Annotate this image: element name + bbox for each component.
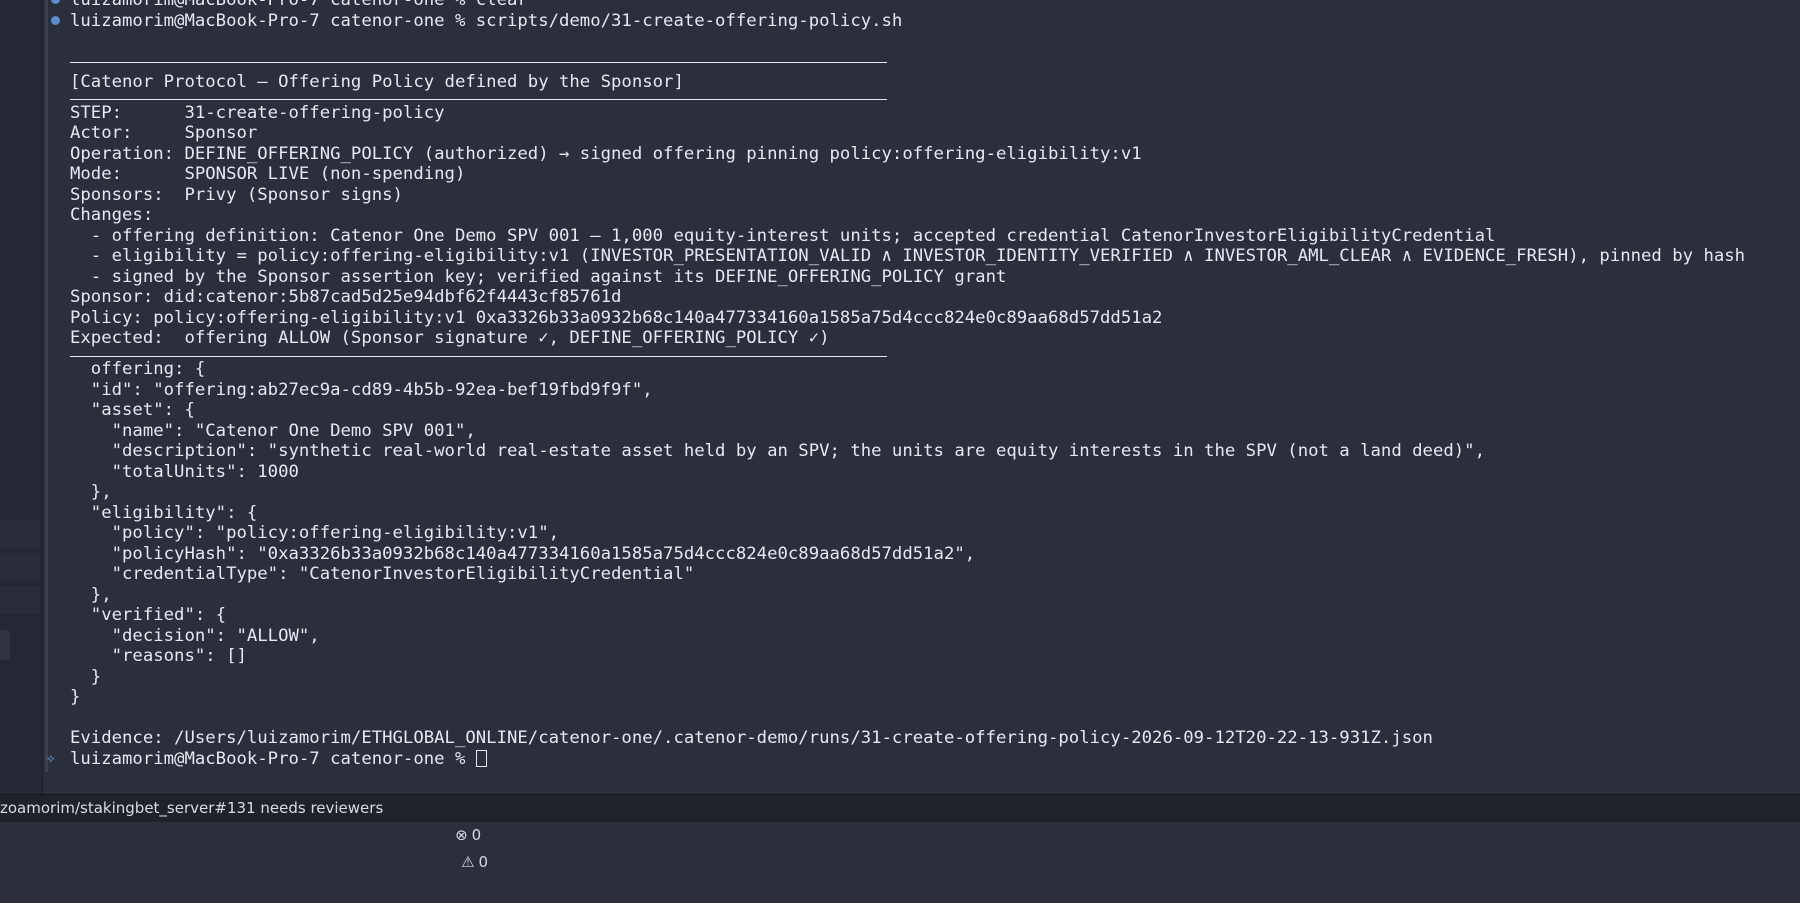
json-line-text: "asset": { [70, 400, 195, 420]
output-line: - signed by the Sponsor assertion key; v… [70, 266, 1007, 288]
pull-request-status[interactable]: zoamorim/stakingbet_server#131 needs rev… [0, 795, 383, 822]
terminal-gutter [45, 0, 48, 772]
output-line: - eligibility = policy:offering-eligibil… [70, 246, 1745, 267]
divider-rule [70, 61, 887, 63]
command-status-dot[interactable] [51, 0, 60, 4]
current-prompt-text: luizamorim@MacBook-Pro-7 catenor-one % [70, 748, 476, 769]
banner-title-text: [Catenor Protocol — Offering Policy defi… [70, 72, 684, 92]
circle-x-icon: ⊗ [455, 826, 468, 844]
sidebar-panel[interactable] [0, 586, 40, 614]
evidence-line: Evidence: /Users/luizamorim/ETHGLOBAL_ON… [70, 728, 1433, 749]
json-line: "asset": { [70, 400, 195, 421]
output-line: STEP: 31-create-offering-policy [70, 103, 445, 124]
json-line: "id": "offering:ab27ec9a-cd89-4b5b-92ea-… [70, 380, 653, 401]
json-line-text: "policy": "policy:offering-eligibility:v… [70, 523, 559, 543]
json-line-text: "policyHash": "0xa3326b33a0932b68c140a47… [70, 543, 976, 564]
status-bar: zoamorim/stakingbet_server#131 needs rev… [0, 794, 1800, 871]
json-line: "reasons": [] [70, 646, 247, 667]
json-line-text: "verified": { [70, 605, 227, 625]
json-line-text: "eligibility": { [70, 502, 258, 523]
sidebar-handle[interactable] [0, 630, 10, 660]
command-line-text: luizamorim@MacBook-Pro-7 catenor-one % s… [70, 10, 903, 31]
editor-sidebar-strip [0, 0, 43, 794]
output-line-text: Sponsor: did:catenor:5b87cad5d25e94dbf62… [70, 287, 622, 308]
sidebar-panel[interactable] [0, 520, 40, 548]
current-prompt: ✧ luizamorim@MacBook-Pro-7 catenor-one % [46, 748, 487, 770]
json-line-text: "name": "Catenor One Demo SPV 001", [70, 420, 476, 441]
json-line: "policy": "policy:offering-eligibility:v… [70, 523, 559, 544]
json-line-text: } [70, 666, 102, 687]
json-line-text: offering: { [70, 359, 206, 379]
output-line-text: - signed by the Sponsor assertion key; v… [70, 266, 1007, 287]
warning-count: 0 [478, 853, 489, 871]
output-line: Policy: policy:offering-eligibility:v1 0… [70, 308, 1162, 329]
problems-indicator[interactable]: ⊗ 0 ⚠ 0 [436, 795, 488, 903]
divider-rule [70, 355, 887, 357]
json-line-text: "description": "synthetic real-world rea… [70, 441, 1485, 461]
json-line-text: }, [70, 584, 112, 605]
output-line-text: Actor: Sponsor [70, 123, 258, 144]
command-line-text: luizamorim@MacBook-Pro-7 catenor-one % c… [70, 0, 528, 10]
evidence-line-text: Evidence: /Users/luizamorim/ETHGLOBAL_ON… [70, 728, 1433, 748]
output-line-text: Mode: SPONSOR LIVE (non-spending) [70, 164, 466, 185]
output-line: Actor: Sponsor [70, 123, 257, 144]
command-status-dot[interactable] [51, 15, 60, 25]
output-line: Expected: offering ALLOW (Sponsor signat… [70, 328, 830, 349]
json-line: offering: { [70, 359, 205, 380]
json-line: "credentialType": "CatenorInvestorEligib… [70, 564, 695, 585]
json-line: }, [70, 585, 112, 606]
json-line: "eligibility": { [70, 503, 257, 524]
output-line-text: Expected: offering ALLOW (Sponsor signat… [70, 328, 830, 349]
output-line: Mode: SPONSOR LIVE (non-spending) [70, 164, 465, 185]
json-line-text: "id": "offering:ab27ec9a-cd89-4b5b-92ea-… [70, 379, 653, 400]
output-line-text: Sponsors: Privy (Sponsor signs) [70, 184, 403, 205]
json-line: }, [70, 482, 112, 503]
output-line: Sponsor: did:catenor:5b87cad5d25e94dbf62… [70, 287, 621, 308]
json-line: "policyHash": "0xa3326b33a0932b68c140a47… [70, 543, 976, 565]
json-line-text: "credentialType": "CatenorInvestorEligib… [70, 564, 695, 584]
json-line-text: }, [70, 482, 112, 502]
output-line-text: Changes: [70, 205, 154, 226]
banner-title: [Catenor Protocol — Offering Policy defi… [70, 72, 684, 93]
divider-rule [70, 98, 887, 100]
output-line: - offering definition: Catenor One Demo … [70, 225, 1496, 247]
json-line: "verified": { [70, 605, 226, 626]
output-line: Sponsors: Privy (Sponsor signs) [70, 185, 403, 206]
json-line-text: "totalUnits": 1000 [70, 461, 299, 482]
json-line: "name": "Catenor One Demo SPV 001", [70, 421, 476, 442]
output-line-text: Policy: policy:offering-eligibility:v1 0… [70, 307, 1163, 328]
command-line: luizamorim@MacBook-Pro-7 catenor-one % c… [51, 0, 528, 11]
output-line: Changes: [70, 205, 153, 226]
output-line-text: - offering definition: Catenor One Demo … [70, 225, 1496, 246]
output-line-text: - eligibility = policy:offering-eligibil… [70, 246, 1746, 267]
json-line: } [70, 687, 80, 708]
command-line: luizamorim@MacBook-Pro-7 catenor-one % s… [51, 10, 903, 32]
json-line: "description": "synthetic real-world rea… [70, 441, 1485, 462]
error-count: 0 [471, 826, 482, 844]
output-line: Operation: DEFINE_OFFERING_POLICY (autho… [70, 144, 1142, 165]
json-line-text: } [70, 687, 81, 707]
json-line-text: "decision": "ALLOW", [70, 625, 320, 646]
terminal-output[interactable]: luizamorim@MacBook-Pro-7 catenor-one % c… [46, 0, 1790, 785]
json-line: } [70, 667, 101, 688]
sparkle-icon[interactable]: ✧ [46, 748, 56, 769]
json-line: "decision": "ALLOW", [70, 626, 320, 647]
warning-triangle-icon: ⚠ [461, 853, 475, 871]
terminal-cursor[interactable] [475, 750, 487, 767]
json-line-text: "reasons": [] [70, 646, 247, 666]
json-line: "totalUnits": 1000 [70, 462, 299, 483]
output-line-text: Operation: DEFINE_OFFERING_POLICY (autho… [70, 143, 1142, 164]
output-line-text: STEP: 31-create-offering-policy [70, 102, 445, 123]
sidebar-panel[interactable] [0, 553, 40, 581]
